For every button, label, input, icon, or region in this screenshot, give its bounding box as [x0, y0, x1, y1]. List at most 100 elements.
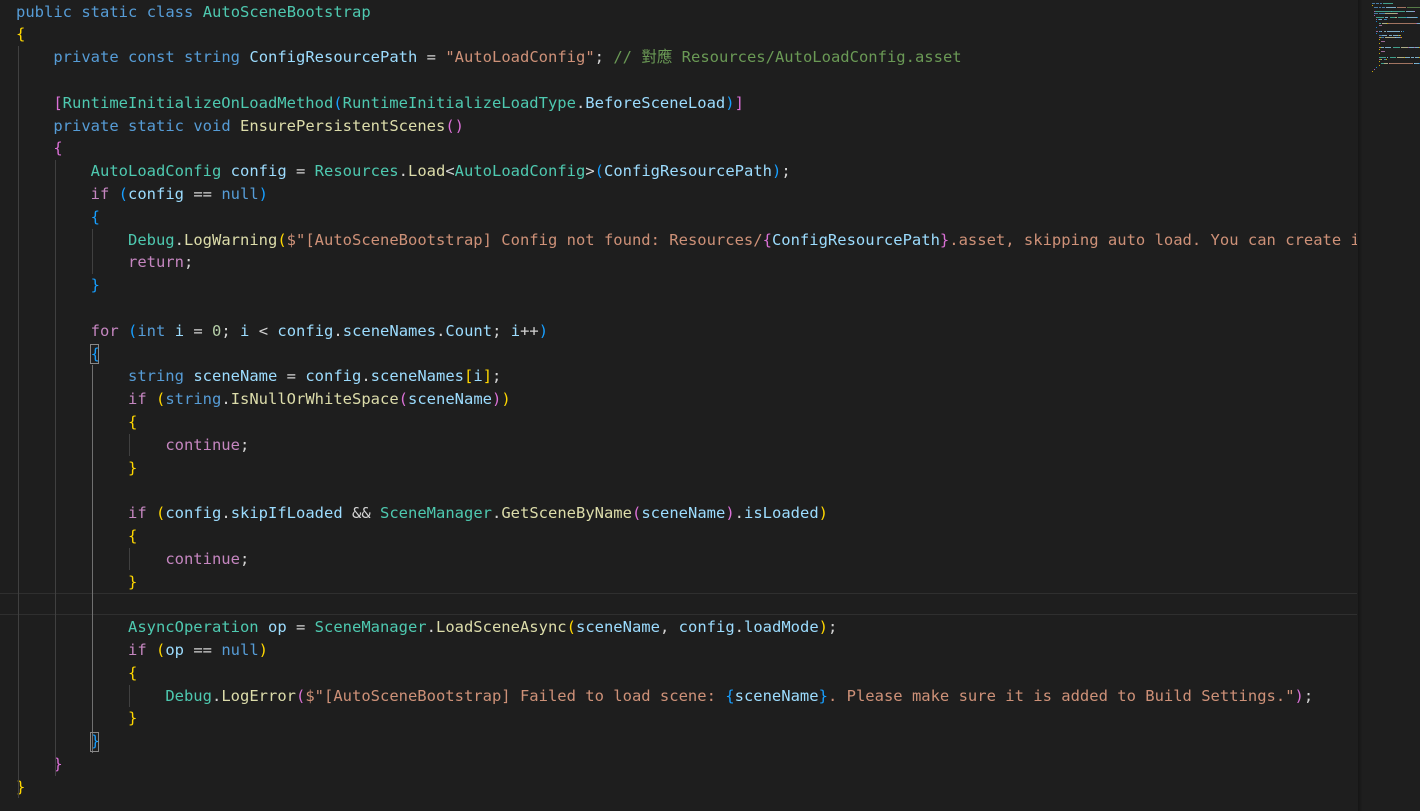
minimap-token — [1384, 47, 1392, 48]
code-line[interactable]: { — [16, 23, 25, 46]
code-token: { — [90, 207, 100, 226]
code-line[interactable]: { — [16, 343, 100, 366]
code-line[interactable]: { — [16, 206, 100, 229]
code-line[interactable]: { — [16, 411, 137, 434]
minimap-token — [1378, 39, 1380, 40]
minimap-token — [1378, 13, 1382, 14]
code-line[interactable]: [RuntimeInitializeOnLoadMethod(RuntimeIn… — [16, 92, 744, 115]
code-token: = — [277, 367, 306, 386]
code-token: ; — [239, 549, 250, 568]
code-token: . — [734, 618, 744, 637]
minimap-token — [1400, 37, 1402, 38]
code-token: RuntimeInitializeOnLoadMethod — [62, 93, 334, 112]
code-token: ) — [725, 93, 735, 112]
indent-guide — [92, 228, 93, 275]
code-line[interactable]: } — [16, 707, 137, 730]
minimap[interactable] — [1357, 0, 1420, 811]
code-line[interactable]: string sceneName = config.sceneNames[i]; — [16, 365, 501, 388]
code-token: ( — [156, 504, 166, 523]
code-token: ( — [295, 686, 306, 705]
code-line[interactable]: AsyncOperation op = SceneManager.LoadSce… — [16, 616, 837, 639]
code-token: ( — [566, 618, 576, 637]
minimap-token — [1380, 59, 1382, 60]
code-line[interactable]: } — [16, 730, 100, 753]
code-area[interactable]: public static class AutoSceneBootstrap{ … — [0, 0, 1357, 811]
code-line[interactable]: if (string.IsNullOrWhiteSpace(sceneName)… — [16, 388, 511, 411]
code-token: RuntimeInitializeLoadType — [342, 93, 576, 112]
code-line[interactable]: private static void EnsurePersistentScen… — [16, 115, 464, 138]
code-token: ; — [239, 435, 250, 454]
code-line[interactable]: } — [16, 571, 137, 594]
minimap-token — [1384, 37, 1395, 38]
code-token: } — [127, 709, 138, 728]
code-token: == — [184, 640, 222, 659]
code-line[interactable]: if (op == null) — [16, 639, 268, 662]
code-token: Resources — [314, 162, 399, 181]
code-token: continue — [165, 549, 240, 568]
code-token: config — [277, 321, 334, 340]
minimap-token — [1378, 49, 1380, 50]
code-token: string — [127, 367, 184, 386]
code-token: Debug — [165, 686, 212, 705]
code-token: . — [734, 504, 745, 523]
code-line[interactable]: { — [16, 525, 137, 548]
code-token: int — [137, 321, 166, 340]
code-token: ( — [631, 504, 642, 523]
code-token: } — [127, 458, 138, 477]
code-line[interactable]: return; — [16, 251, 193, 274]
code-token: private — [53, 116, 119, 135]
minimap-token — [1383, 3, 1393, 4]
code-line[interactable]: } — [16, 457, 137, 480]
code-line[interactable]: private const string ConfigResourcePath … — [16, 46, 961, 69]
code-token: ) — [725, 504, 735, 523]
minimap-token — [1397, 13, 1399, 14]
code-line[interactable]: Debug.LogError($"[AutoSceneBootstrap] Fa… — [16, 685, 1313, 708]
minimap-token — [1372, 71, 1373, 72]
code-token: ) — [501, 390, 511, 409]
code-token: isLoaded — [744, 504, 819, 523]
minimap-token — [1376, 21, 1378, 22]
code-token: static — [128, 116, 184, 135]
code-token: "AutoLoadConfig" — [445, 48, 595, 67]
minimap-token — [1372, 3, 1376, 4]
minimap-token — [1397, 31, 1401, 32]
code-token: ( — [156, 640, 166, 659]
code-token: if — [127, 504, 147, 523]
code-line[interactable]: for (int i = 0; i < config.sceneNames.Co… — [16, 320, 548, 343]
code-line[interactable]: Debug.LogWarning($"[AutoSceneBootstrap] … — [16, 229, 1357, 252]
code-token: ] — [734, 93, 744, 112]
code-line[interactable]: continue; — [16, 434, 249, 457]
code-token: ; — [828, 618, 838, 637]
code-line[interactable]: if (config == null) — [16, 183, 268, 206]
code-token: config — [128, 184, 185, 203]
code-line[interactable]: public static class AutoSceneBootstrap — [16, 1, 371, 24]
code-line[interactable]: { — [16, 662, 137, 685]
code-token: { — [762, 230, 772, 249]
minimap-token — [1399, 35, 1401, 36]
code-line[interactable]: if (config.skipIfLoaded && SceneManager.… — [16, 502, 828, 525]
minimap-token — [1376, 33, 1378, 34]
code-line[interactable]: } — [16, 274, 100, 297]
code-line[interactable]: { — [16, 137, 62, 160]
minimap-token — [1396, 57, 1405, 58]
code-token: { — [127, 412, 138, 431]
code-token: static — [81, 2, 138, 21]
code-line[interactable]: AutoLoadConfig config = Resources.Load<A… — [16, 160, 791, 183]
code-token: skipIfLoaded — [230, 504, 343, 523]
minimap-token — [1374, 11, 1391, 12]
code-line[interactable]: continue; — [16, 548, 249, 571]
code-editor[interactable]: public static class AutoSceneBootstrap{ … — [0, 0, 1420, 811]
code-token: null — [221, 184, 259, 203]
code-token: ( — [128, 321, 138, 340]
bracket-match-highlight — [89, 344, 99, 364]
code-token: loadMode — [744, 618, 819, 637]
